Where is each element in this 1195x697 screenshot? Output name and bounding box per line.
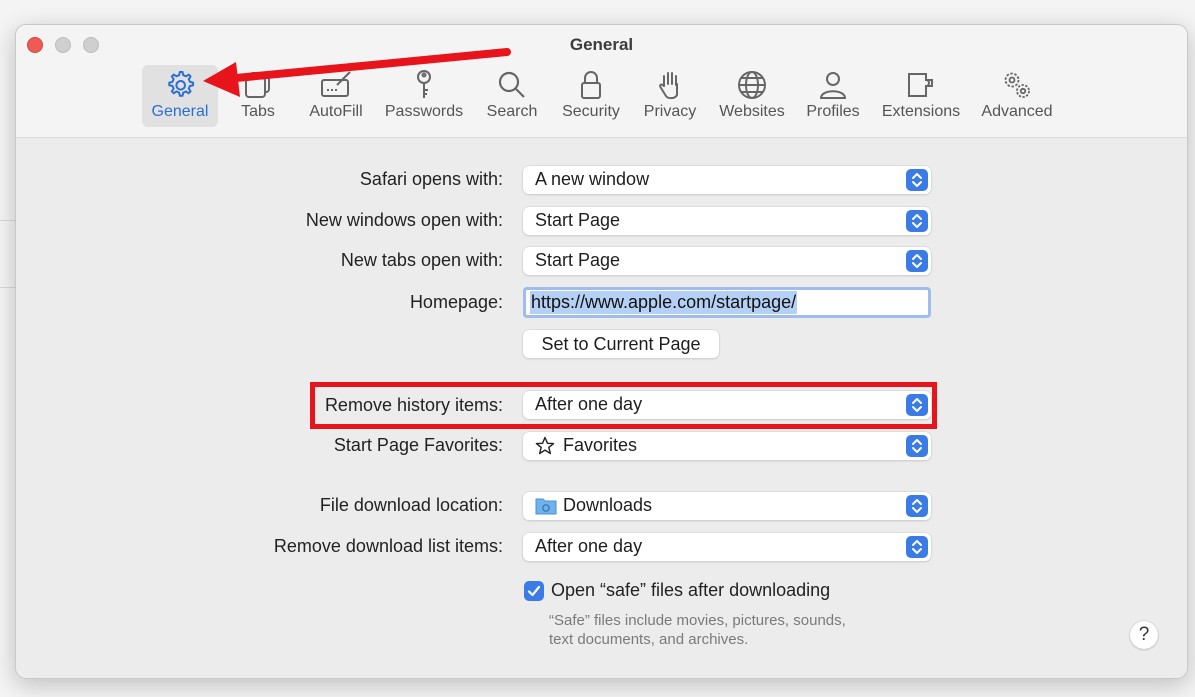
tab-advanced[interactable]: Advanced bbox=[975, 65, 1059, 127]
homepage-field[interactable]: https://www.apple.com/startpage/ bbox=[523, 287, 931, 318]
downloads-folder-icon bbox=[535, 498, 557, 515]
file-download-location-popup[interactable]: Downloads bbox=[523, 492, 931, 520]
popup-value: Downloads bbox=[563, 495, 653, 515]
tab-label: AutoFill bbox=[309, 103, 363, 120]
tabs-icon bbox=[245, 72, 270, 98]
safe-files-hint: “Safe” files include movies, pictures, s… bbox=[549, 612, 846, 629]
safe-files-hint: text documents, and archives. bbox=[549, 631, 749, 648]
chevron-updown-icon bbox=[906, 495, 928, 517]
remove-download-list-items-popup[interactable]: After one day bbox=[523, 533, 931, 561]
tab-passwords[interactable]: Passwords bbox=[381, 65, 467, 127]
chevron-updown-icon bbox=[906, 536, 928, 558]
globe-icon bbox=[738, 71, 766, 99]
checkmark-icon bbox=[527, 585, 541, 597]
chevron-updown-icon bbox=[906, 210, 928, 232]
tab-label: Security bbox=[562, 103, 620, 120]
tab-security[interactable]: Security bbox=[555, 65, 627, 127]
chevron-updown-icon bbox=[906, 169, 928, 191]
set-to-current-page-button[interactable]: Set to Current Page bbox=[523, 330, 719, 358]
homepage-value: https://www.apple.com/startpage/ bbox=[530, 291, 798, 314]
new-tabs-open-with-label: New tabs open with: bbox=[340, 250, 503, 270]
new-tabs-open-with-popup[interactable]: Start Page bbox=[523, 247, 931, 275]
autofill-icon bbox=[321, 71, 351, 97]
puzzle-icon bbox=[908, 73, 933, 97]
tab-extensions[interactable]: Extensions bbox=[877, 65, 965, 127]
tab-profiles[interactable]: Profiles bbox=[799, 65, 867, 127]
titlebar: General General Tabs AutoFill Passwords … bbox=[16, 25, 1187, 138]
star-icon bbox=[535, 436, 555, 455]
popup-value: After one day bbox=[535, 536, 643, 556]
tab-tabs[interactable]: Tabs bbox=[228, 65, 288, 127]
open-safe-files-label: Open “safe” files after downloading bbox=[551, 580, 831, 600]
help-button[interactable]: ? bbox=[1130, 621, 1158, 649]
new-windows-open-with-label: New windows open with: bbox=[305, 210, 503, 230]
gears-icon bbox=[1004, 72, 1030, 98]
new-windows-open-with-popup[interactable]: Start Page bbox=[523, 207, 931, 235]
tab-label: Advanced bbox=[981, 103, 1053, 120]
tab-privacy[interactable]: Privacy bbox=[635, 65, 705, 127]
annotation-highlight-box bbox=[310, 382, 937, 429]
person-icon bbox=[819, 72, 847, 99]
tab-websites[interactable]: Websites bbox=[714, 65, 790, 127]
tab-general[interactable]: General bbox=[142, 65, 218, 127]
safari-opens-with-popup[interactable]: A new window bbox=[523, 166, 931, 194]
hand-icon bbox=[659, 72, 678, 100]
tab-label: Search bbox=[486, 103, 538, 120]
safari-opens-with-label: Safari opens with: bbox=[359, 169, 503, 189]
open-safe-files-checkbox[interactable] bbox=[524, 581, 544, 601]
chevron-updown-icon bbox=[906, 250, 928, 272]
popup-value: A new window bbox=[535, 169, 650, 189]
window-title: General bbox=[569, 35, 634, 54]
popup-value: Start Page bbox=[535, 250, 621, 270]
tab-label: Websites bbox=[719, 103, 785, 120]
key-icon bbox=[417, 70, 431, 98]
tab-label: Extensions bbox=[881, 103, 961, 120]
popup-value: Start Page bbox=[535, 210, 621, 230]
gear-icon bbox=[168, 71, 195, 97]
tab-autofill[interactable]: AutoFill bbox=[301, 65, 371, 127]
homepage-label: Homepage: bbox=[409, 292, 503, 312]
tab-search[interactable]: Search bbox=[480, 65, 544, 127]
tab-label: Privacy bbox=[643, 103, 697, 120]
start-page-favorites-popup[interactable]: Favorites bbox=[523, 432, 931, 460]
start-page-favorites-label: Start Page Favorites: bbox=[333, 435, 503, 455]
chevron-updown-icon bbox=[906, 435, 928, 457]
preferences-window: General General Tabs AutoFill Passwords … bbox=[15, 24, 1188, 679]
tab-label: General bbox=[151, 103, 209, 120]
tab-label: Passwords bbox=[384, 103, 464, 120]
lock-icon bbox=[581, 71, 601, 99]
popup-value: Favorites bbox=[563, 435, 638, 455]
background-divider bbox=[0, 220, 15, 221]
file-download-location-label: File download location: bbox=[319, 495, 503, 515]
search-icon bbox=[498, 71, 525, 98]
background-divider bbox=[0, 287, 15, 288]
remove-download-list-items-label: Remove download list items: bbox=[273, 536, 503, 556]
tab-label: Profiles bbox=[806, 103, 860, 120]
tab-label: Tabs bbox=[241, 103, 275, 120]
